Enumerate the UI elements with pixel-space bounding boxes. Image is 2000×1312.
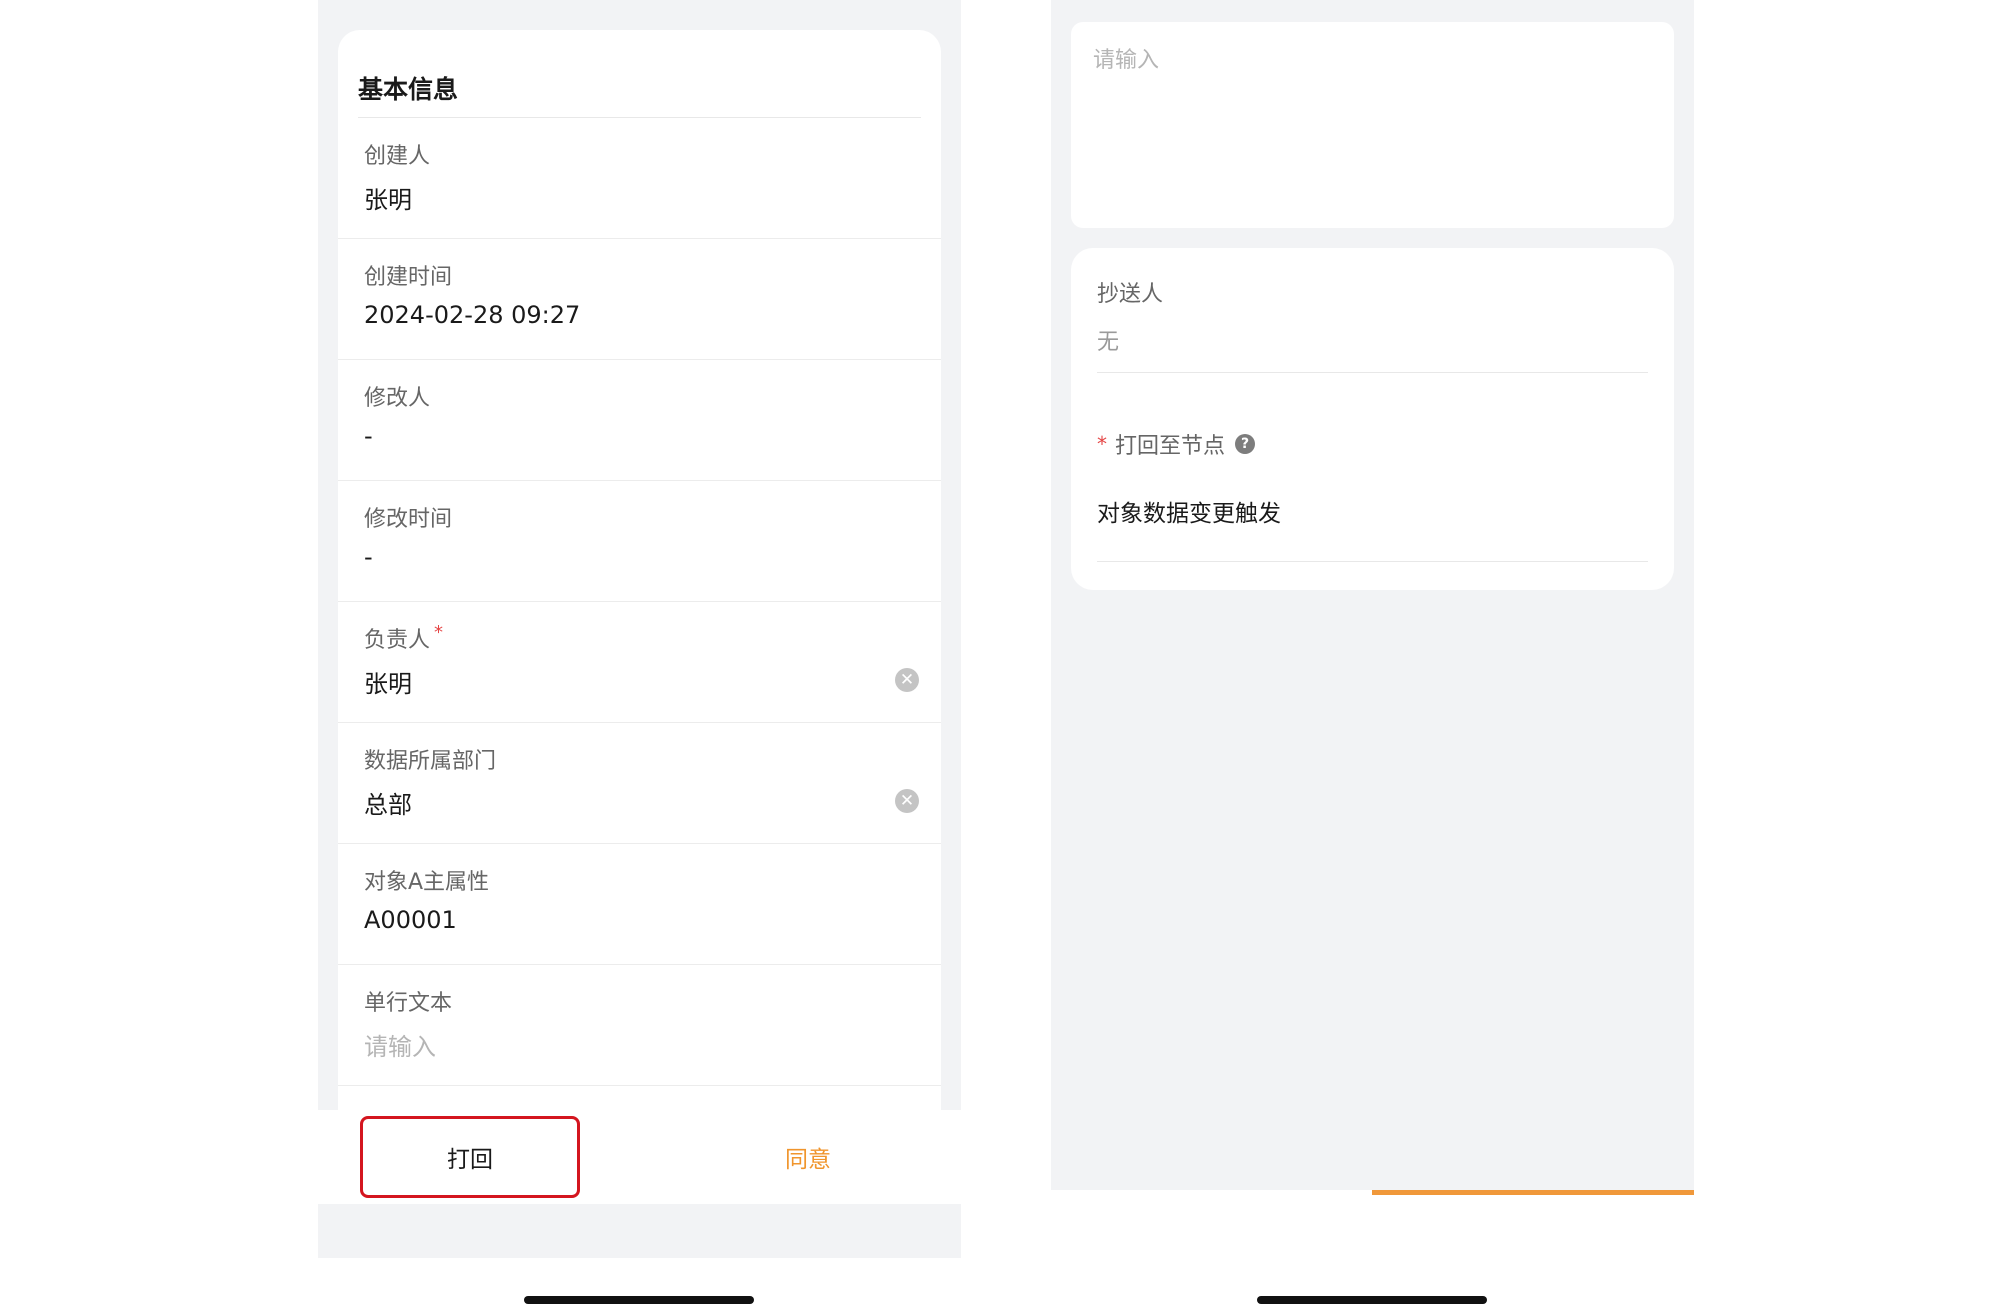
right-phone-screen: 请输入 抄送人 无 * 打回至节点 ? 对象数据变更触发 取消 确认 <box>1051 0 1694 1195</box>
confirm-bar: 取消 确认 <box>1051 1190 1694 1195</box>
field-label: 创建时间 <box>364 265 453 290</box>
field-value: 总部 <box>364 791 412 819</box>
field-department[interactable]: 数据所属部门 总部 ✕ <box>338 723 941 844</box>
section-title: 基本信息 <box>358 75 459 104</box>
field-value: 2024-02-28 09:27 <box>364 301 581 329</box>
agree-button[interactable]: 同意 <box>698 1116 918 1198</box>
field-label: 对象A主属性 <box>364 870 490 895</box>
required-mark: * <box>1097 432 1107 456</box>
field-owner[interactable]: 负责人 * 张明 ✕ <box>338 602 941 723</box>
required-mark: * <box>434 622 444 643</box>
return-form-card: 抄送人 无 * 打回至节点 ? 对象数据变更触发 <box>1071 248 1674 590</box>
clear-circle-icon[interactable]: ✕ <box>895 789 919 813</box>
cc-value[interactable]: 无 <box>1097 324 1119 356</box>
field-value: 张明 <box>364 186 412 214</box>
return-node-select[interactable]: 对象数据变更触发 <box>1097 494 1281 528</box>
field-label: 单行文本 <box>364 991 453 1016</box>
divider <box>1097 372 1648 373</box>
field-creator: 创建人 张明 <box>338 118 941 239</box>
field-modifier: 修改人 - <box>338 360 941 481</box>
return-node-label: * 打回至节点 ? <box>1097 428 1256 460</box>
field-value: - <box>364 543 373 571</box>
home-indicator <box>1257 1296 1487 1304</box>
left-phone-screen: 基本信息 创建人 张明 创建时间 2024-02-28 09:27 修改人 - … <box>318 0 961 1258</box>
confirm-button[interactable]: 确认 <box>1372 1190 1694 1195</box>
field-single-line-text[interactable]: 单行文本 请输入 <box>338 965 941 1086</box>
home-indicator <box>524 1296 754 1304</box>
field-value: - <box>364 422 373 450</box>
reject-button[interactable]: 打回 <box>360 1116 580 1198</box>
field-label: 负责人 * <box>364 622 444 653</box>
clear-circle-icon[interactable]: ✕ <box>895 668 919 692</box>
field-label: 修改人 <box>364 386 431 411</box>
basic-info-card: 基本信息 创建人 张明 创建时间 2024-02-28 09:27 修改人 - … <box>338 30 941 1110</box>
cc-label: 抄送人 <box>1097 282 1164 307</box>
field-value: 张明 <box>364 670 412 698</box>
field-modified-time: 修改时间 - <box>338 481 941 602</box>
text-input[interactable]: 请输入 <box>364 1027 436 1062</box>
cancel-button[interactable]: 取消 <box>1051 1190 1372 1195</box>
comment-textarea[interactable]: 请输入 <box>1071 22 1674 228</box>
divider <box>1097 561 1648 562</box>
approval-action-bar: 打回 同意 <box>318 1110 961 1204</box>
field-value: A00001 <box>364 906 457 934</box>
field-label: 创建人 <box>364 144 431 169</box>
field-label: 修改时间 <box>364 507 453 532</box>
textarea-placeholder: 请输入 <box>1093 48 1160 73</box>
field-created-time: 创建时间 2024-02-28 09:27 <box>338 239 941 360</box>
help-icon[interactable]: ? <box>1235 434 1256 454</box>
field-primary-attribute: 对象A主属性 A00001 <box>338 844 941 965</box>
field-label: 数据所属部门 <box>364 749 497 774</box>
